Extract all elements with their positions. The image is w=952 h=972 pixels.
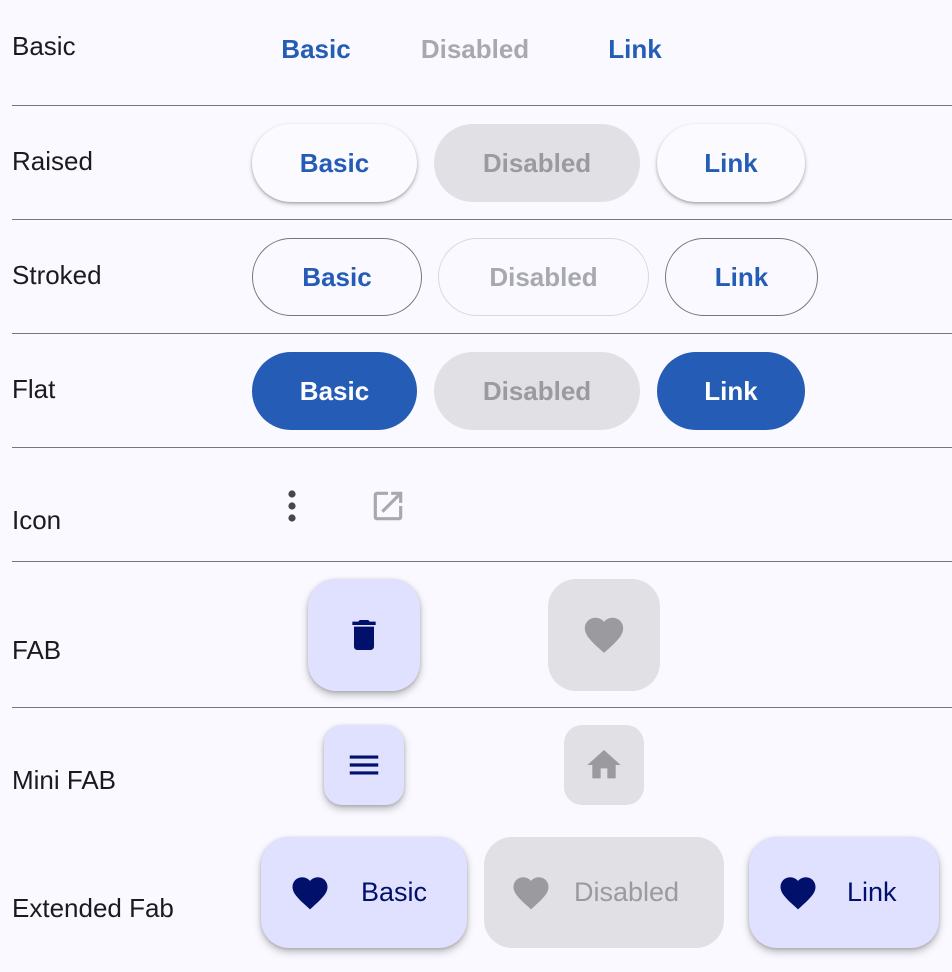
raised-basic-button[interactable]: Basic bbox=[252, 124, 417, 202]
row-stroked: Stroked Basic Disabled Link bbox=[0, 220, 952, 334]
menu-icon bbox=[349, 755, 379, 775]
extended-fab-link-button[interactable]: Link bbox=[749, 837, 939, 948]
mini-fab-menu-button[interactable] bbox=[324, 725, 404, 805]
row-label: Stroked bbox=[12, 260, 102, 290]
flat-disabled-button: Disabled bbox=[434, 352, 640, 430]
row-basic: Basic Basic Disabled Link bbox=[0, 0, 952, 106]
extended-fab-label: Link bbox=[847, 877, 897, 907]
delete-icon bbox=[352, 620, 376, 650]
link-button[interactable]: Link bbox=[590, 20, 680, 78]
row-raised: Raised Basic Disabled Link bbox=[0, 106, 952, 220]
disabled-button: Disabled bbox=[420, 33, 530, 64]
flat-basic-button[interactable]: Basic bbox=[252, 352, 417, 430]
favorite-icon bbox=[584, 617, 624, 653]
extended-fab-label: Basic bbox=[361, 877, 428, 907]
open-in-new-button bbox=[362, 480, 414, 532]
raised-link-button[interactable]: Link bbox=[657, 124, 805, 202]
extended-fab-basic-button[interactable]: Basic bbox=[261, 837, 467, 948]
more-vert-button[interactable] bbox=[266, 480, 318, 532]
extended-fab-disabled-button: Disabled bbox=[484, 837, 724, 948]
row-label: FAB bbox=[12, 635, 62, 665]
row-mini-fab: Mini FAB bbox=[0, 708, 952, 836]
flat-link-button[interactable]: Link bbox=[657, 352, 805, 430]
row-flat: Flat Basic Disabled Link bbox=[0, 334, 952, 448]
mini-fab-home-button bbox=[564, 725, 644, 805]
row-fab: FAB bbox=[0, 562, 952, 708]
favorite-icon bbox=[777, 872, 819, 914]
row-label: Mini FAB bbox=[12, 765, 117, 795]
fab-favorite-button bbox=[548, 579, 660, 691]
more-vert-icon bbox=[288, 490, 296, 522]
row-extended-fab: Extended Fab Basic Disabled Link bbox=[0, 836, 952, 972]
favorite-icon bbox=[289, 872, 331, 914]
home-icon bbox=[587, 750, 621, 779]
extended-fab-label: Disabled bbox=[574, 877, 680, 907]
row-label: Raised bbox=[12, 146, 93, 176]
row-icon: Icon bbox=[0, 448, 952, 562]
fab-delete-button[interactable] bbox=[308, 579, 420, 691]
basic-button[interactable]: Basic bbox=[262, 20, 370, 78]
row-label: Extended Fab bbox=[12, 893, 174, 923]
row-label: Basic bbox=[12, 31, 76, 61]
stroked-disabled-button: Disabled bbox=[438, 238, 649, 316]
raised-disabled-button: Disabled bbox=[434, 124, 640, 202]
stroked-basic-button[interactable]: Basic bbox=[252, 238, 422, 316]
favorite-icon bbox=[510, 872, 552, 914]
row-label: Icon bbox=[12, 505, 62, 535]
row-label: Flat bbox=[12, 374, 56, 404]
stroked-link-button[interactable]: Link bbox=[665, 238, 818, 316]
open-in-new-icon bbox=[373, 491, 403, 521]
